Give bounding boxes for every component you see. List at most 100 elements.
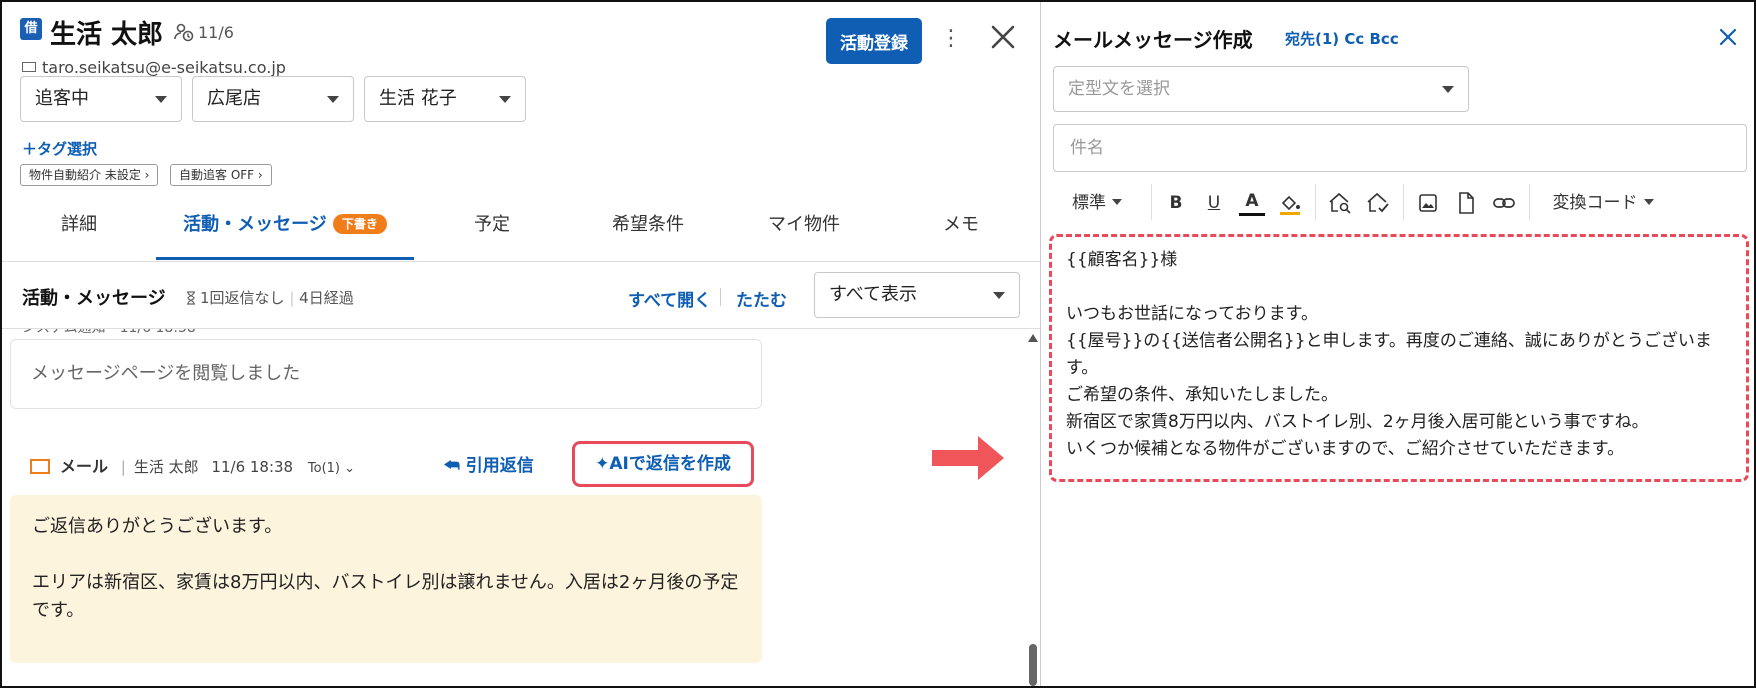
- chevron-right-icon: ›: [144, 168, 150, 182]
- underline-icon[interactable]: U: [1201, 190, 1227, 216]
- add-tag-link[interactable]: ＋タグ選択: [22, 138, 97, 159]
- template-placeholder: 定型文を選択: [1068, 79, 1170, 99]
- hourglass-icon: [187, 291, 195, 305]
- chevron-down-icon: [1643, 199, 1654, 205]
- store-value: 広尾店: [207, 88, 261, 109]
- register-activity-button[interactable]: 活動登録: [826, 18, 922, 64]
- template-select[interactable]: 定型文を選択: [1053, 66, 1469, 112]
- recipients-toggle[interactable]: 宛先(1) Cc Bcc: [1285, 28, 1399, 49]
- mail-datetime: 11/6 18:38: [211, 458, 294, 476]
- activity-filter-value: すべて表示: [829, 284, 918, 305]
- format-select[interactable]: 標準: [1057, 190, 1137, 216]
- collapse-all-link[interactable]: たたむ: [736, 286, 787, 311]
- customer-email: taro.seikatsu@e-seikatsu.co.jp: [22, 58, 286, 77]
- body-line: ご希望の条件、承知いたしました。: [1066, 385, 1338, 405]
- sparkle-icon: ✦: [595, 454, 610, 474]
- email-text: taro.seikatsu@e-seikatsu.co.jp: [42, 58, 286, 77]
- text-color-icon[interactable]: A: [1239, 190, 1265, 216]
- tab-memo[interactable]: メモ: [882, 188, 1040, 262]
- body-line: [1066, 274, 1732, 301]
- mail-body-editor[interactable]: {{顧客名}}様 いつもお世話になっております。 {{屋号}}の{{送信者公開名…: [1049, 234, 1749, 482]
- tab-detail[interactable]: 詳細: [2, 188, 156, 262]
- mail-composer-panel: メールメッセージ作成 宛先(1) Cc Bcc 定型文を選択 件名 標準 B U…: [1040, 2, 1754, 686]
- staff-select[interactable]: 生活 花子: [364, 76, 526, 122]
- tab-conditions[interactable]: 希望条件: [570, 188, 726, 262]
- editor-toolbar: 標準 B U A 変換コード: [1053, 178, 1747, 228]
- ai-reply-label: AIで返信を作成: [609, 454, 731, 474]
- chevron-down-icon: [993, 292, 1005, 299]
- rental-badge: 借: [20, 18, 42, 40]
- page-view-notice: メッセージページを閲覧しました: [10, 339, 762, 409]
- convert-code-label: 変換コード: [1552, 193, 1638, 213]
- chevron-down-icon: ⌄: [344, 461, 356, 476]
- chevron-down-icon: [1112, 199, 1122, 205]
- chevron-down-icon: [1442, 86, 1454, 93]
- status-value: 追客中: [35, 88, 89, 109]
- more-menu-icon[interactable]: ⋮: [940, 26, 962, 56]
- history-indicator[interactable]: 11/6: [174, 22, 234, 42]
- auto-follow-label: 自動追客 OFF: [179, 168, 255, 182]
- auto-intro-label: 物件自動紹介 未設定: [29, 168, 141, 182]
- tab-activity-label: 活動・メッセージ: [183, 214, 327, 235]
- chevron-down-icon: [155, 96, 167, 103]
- mail-to-label: To(1): [307, 461, 340, 476]
- link-divider: [720, 288, 721, 306]
- status-select[interactable]: 追客中: [20, 76, 182, 122]
- active-tab-indicator: [156, 257, 414, 260]
- mail-icon: [30, 459, 50, 474]
- ai-reply-button[interactable]: ✦AIで返信を作成: [572, 441, 754, 487]
- highlight-color-icon[interactable]: [1277, 190, 1303, 216]
- tab-activity[interactable]: 活動・メッセージ 下書き: [156, 188, 414, 262]
- activity-feed[interactable]: システム通知 11/6 18:38 メッセージページを閲覧しました メール | 生…: [2, 328, 1040, 686]
- customer-tabs: 詳細 活動・メッセージ 下書き 予定 希望条件 マイ物件 メモ: [2, 188, 1040, 262]
- home-check-icon[interactable]: [1365, 190, 1391, 216]
- composer-title: メールメッセージ作成: [1053, 28, 1253, 52]
- tab-schedule[interactable]: 予定: [414, 188, 570, 262]
- home-search-icon[interactable]: [1327, 190, 1353, 216]
- subject-input[interactable]: 件名: [1053, 124, 1747, 172]
- body-line: {{顧客名}}様: [1066, 250, 1178, 270]
- chevron-down-icon: [327, 96, 339, 103]
- store-select[interactable]: 広尾店: [192, 76, 354, 122]
- close-icon[interactable]: [988, 22, 1018, 52]
- activity-filter-select[interactable]: すべて表示: [814, 272, 1020, 318]
- auto-intro-chip[interactable]: 物件自動紹介 未設定 ›: [20, 164, 159, 186]
- scroll-thumb[interactable]: [1029, 644, 1037, 686]
- envelope-icon: [22, 62, 36, 72]
- tab-my-properties[interactable]: マイ物件: [726, 188, 882, 262]
- activity-section-title: 活動・メッセージ: [22, 288, 166, 309]
- toolbar-divider: [1529, 184, 1530, 220]
- body-line: 新宿区で家賃8万円以内、バストイレ別、2ヶ月後入居可能という事ですね。: [1066, 412, 1649, 432]
- person-clock-icon: [174, 23, 194, 42]
- expand-all-link[interactable]: すべて開く: [628, 286, 711, 311]
- reply-status: 1回返信なし | 4日経過: [186, 287, 354, 308]
- scroll-up-arrow-icon[interactable]: [1028, 334, 1038, 342]
- close-icon[interactable]: [1717, 26, 1739, 48]
- file-icon[interactable]: [1453, 190, 1479, 216]
- customer-pane: 借 生活 太郎 11/6 taro.seikatsu@e-seikatsu.co…: [2, 2, 1040, 686]
- bold-icon[interactable]: B: [1163, 190, 1189, 216]
- image-icon[interactable]: [1415, 190, 1441, 216]
- mail-type-label: メール: [60, 457, 109, 476]
- customer-name: 生活 太郎: [50, 20, 164, 50]
- chevron-right-icon: ›: [257, 168, 263, 182]
- convert-code-select[interactable]: 変換コード: [1543, 190, 1663, 216]
- auto-follow-chip[interactable]: 自動追客 OFF ›: [170, 164, 272, 186]
- toolbar-divider: [1315, 184, 1316, 220]
- body-line: いくつか候補となる物件がございますので、ご紹介させていただきます。: [1066, 439, 1625, 459]
- chevron-down-icon: [499, 96, 511, 103]
- body-line: {{屋号}}の{{送信者公開名}}と申します。再度のご連絡、誠にありがとうござい…: [1066, 331, 1712, 378]
- toolbar-divider: [1403, 184, 1404, 220]
- link-icon[interactable]: [1491, 190, 1517, 216]
- system-notice-header: システム通知 11/6 18:38: [22, 328, 196, 336]
- quote-reply-button[interactable]: ⮪ 引用返信: [444, 451, 534, 476]
- elapsed-text: 4日経過: [299, 289, 354, 307]
- mail-to-toggle[interactable]: To(1) ⌄: [308, 461, 355, 476]
- feed-scrollbar[interactable]: [1026, 328, 1040, 686]
- mail-body-line: ご返信ありがとうございます。: [32, 516, 283, 537]
- staff-value: 生活 花子: [379, 88, 457, 109]
- toolbar-divider: [1151, 184, 1152, 220]
- body-line: いつもお世話になっております。: [1066, 304, 1318, 324]
- no-reply-text: 1回返信なし: [200, 289, 285, 307]
- draft-badge: 下書き: [332, 214, 387, 234]
